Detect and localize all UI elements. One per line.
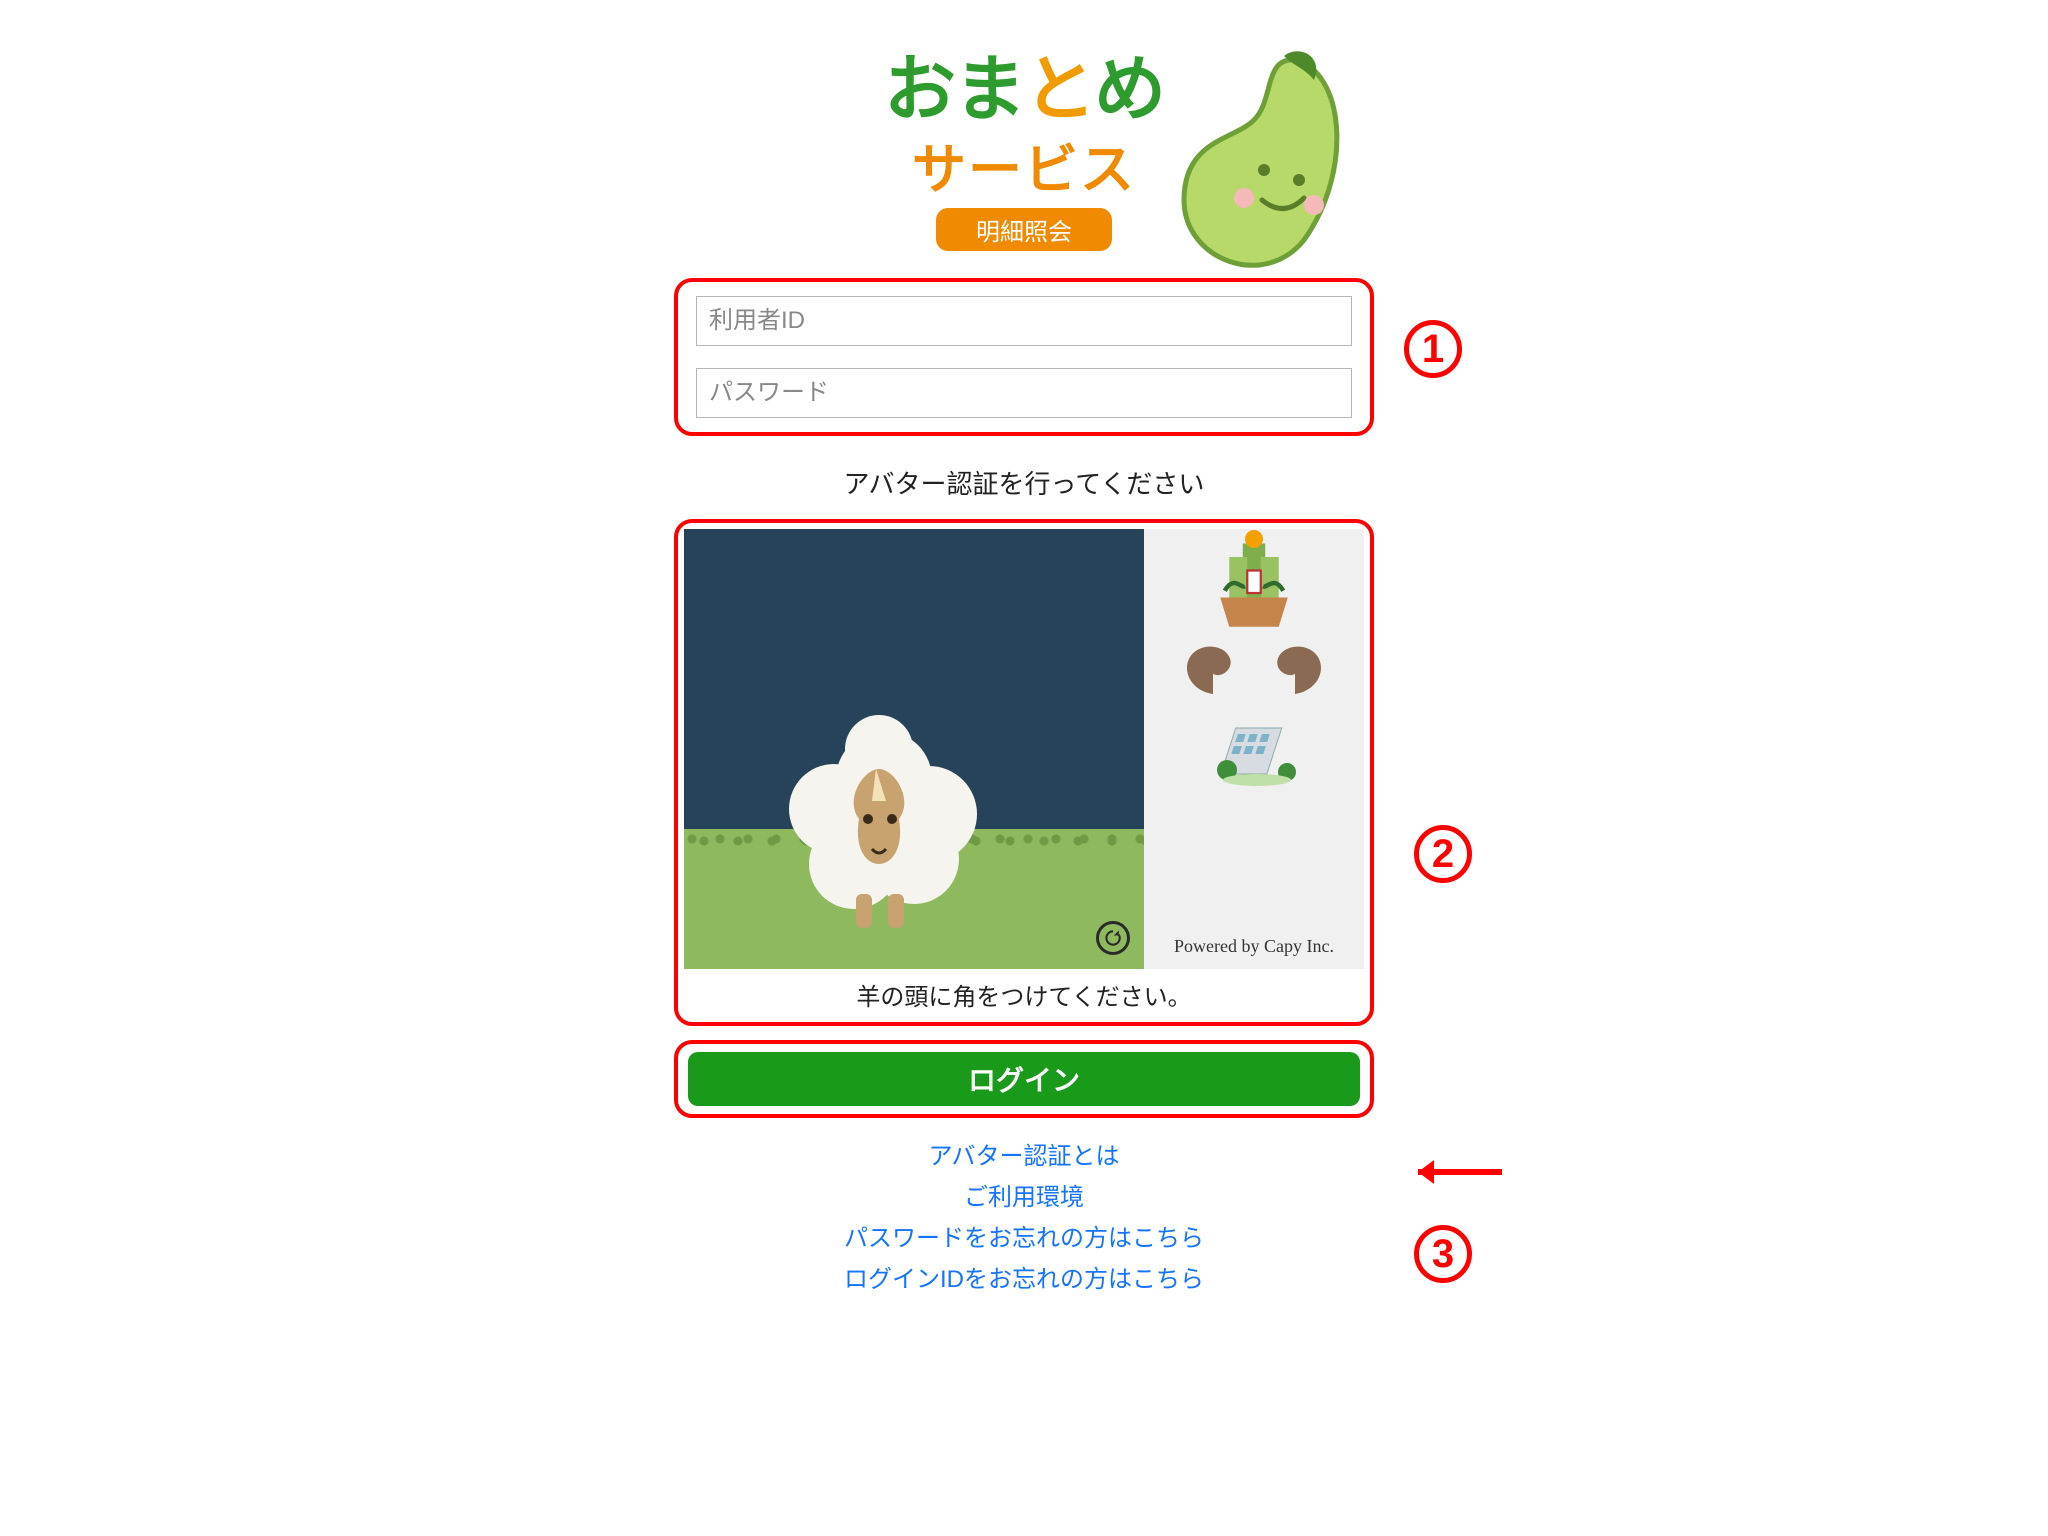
captcha-instruction: 羊の頭に角をつけてください。 — [684, 969, 1364, 1016]
refresh-icon — [1103, 928, 1123, 948]
captcha-canvas[interactable] — [684, 529, 1144, 969]
bean-mascot-icon — [1144, 50, 1344, 270]
password-input[interactable] — [696, 368, 1352, 418]
horn-left-icon[interactable] — [1178, 637, 1248, 697]
captcha-provider-credit: Powered by Capy Inc. — [1174, 936, 1334, 963]
link-about-avatar-auth[interactable]: アバター認証とは — [928, 1136, 1119, 1171]
help-links: アバター認証とは ご利用環境 パスワードをお忘れの方はこちら ログインIDをお忘… — [844, 1136, 1204, 1294]
link-forgot-login-id[interactable]: ログインIDをお忘れの方はこちら — [844, 1259, 1204, 1294]
annotation-circle-3: 3 — [1414, 1225, 1472, 1283]
link-environment[interactable]: ご利用環境 — [964, 1177, 1084, 1212]
annotation-circle-2: 2 — [1414, 825, 1472, 883]
credentials-group — [674, 278, 1374, 436]
horn-right-icon[interactable] — [1260, 637, 1330, 697]
login-button[interactable]: ログイン — [688, 1052, 1360, 1106]
annotation-circle-1: 1 — [1404, 320, 1462, 378]
building-icon[interactable] — [1209, 715, 1299, 791]
logo-char: と — [1024, 30, 1094, 135]
kadomatsu-icon[interactable] — [1209, 543, 1299, 619]
link-forgot-password[interactable]: パスワードをお忘れの方はこちら — [844, 1218, 1204, 1253]
logo-char: ま — [954, 30, 1024, 135]
avatar-auth-label: アバター認証を行ってください — [844, 464, 1205, 501]
user-id-input[interactable] — [696, 296, 1352, 346]
logo-line2: サービス — [912, 125, 1136, 204]
logo-subtitle-chip: 明細照会 — [936, 208, 1112, 251]
avatar-captcha-group: Powered by Capy Inc. 羊の頭に角をつけてください。 — [674, 519, 1374, 1026]
captcha-refresh-button[interactable] — [1096, 921, 1130, 955]
logo-line1: お ま と め — [884, 30, 1164, 135]
annotation-arrow-icon — [1404, 1152, 1504, 1192]
captcha-piece-tray: Powered by Capy Inc. — [1144, 529, 1364, 969]
sheep-icon — [764, 699, 994, 939]
login-button-group: ログイン — [674, 1040, 1374, 1118]
logo-char: お — [884, 30, 954, 135]
service-logo: お ま と め サービス 明細照会 — [764, 30, 1284, 270]
